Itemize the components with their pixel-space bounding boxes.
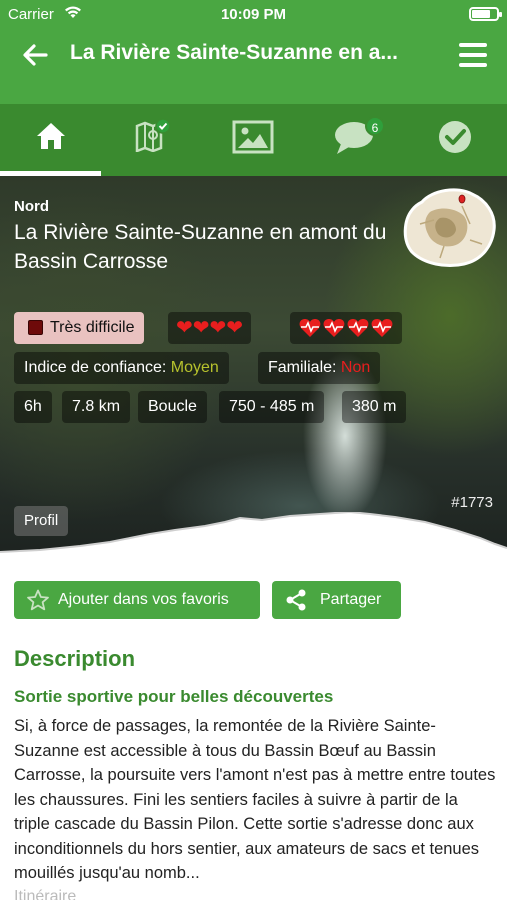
difficulty-badge: Très difficile xyxy=(14,312,145,344)
difficulty-label: Très difficile xyxy=(50,319,135,336)
family-value: Non xyxy=(340,359,371,376)
distance-chip: 7.8 km xyxy=(62,391,131,423)
hike-reference: #1773 xyxy=(451,494,493,511)
tab-home[interactable] xyxy=(0,104,101,176)
family-label: Familiale: xyxy=(268,359,337,376)
tab-bar: 6 xyxy=(0,104,507,176)
duration-chip: 6h xyxy=(14,391,52,423)
difficulty-color-swatch xyxy=(28,320,43,335)
effort-hearts: ❤❤❤❤ xyxy=(168,312,252,344)
tab-done[interactable] xyxy=(404,104,505,176)
map-check-icon xyxy=(135,118,171,152)
image-icon xyxy=(232,120,273,154)
check-circle-icon xyxy=(438,121,471,153)
island-map-thumbnail[interactable] xyxy=(400,184,500,270)
hike-title: La Rivière Sainte-Suzanne en amont du Ba… xyxy=(14,221,387,273)
heart-icon: ❤ xyxy=(192,317,210,339)
arrow-left-icon[interactable] xyxy=(20,40,50,70)
star-icon xyxy=(27,589,49,611)
share-label: Partager xyxy=(320,591,382,608)
description-subheading: Sortie sportive pour belles découvertes xyxy=(14,687,334,706)
elevation-gain-chip: 380 m xyxy=(342,391,407,423)
status-bar: Carrier 10:09 PM xyxy=(0,0,507,28)
effort-pulses xyxy=(290,312,402,344)
confidence-label: Indice de confiance: xyxy=(24,359,167,376)
header: Carrier 10:09 PM La Rivière Sainte-Suzan… xyxy=(0,0,507,104)
loop-chip: Boucle xyxy=(138,391,207,423)
altitude-chip: 750 - 485 m xyxy=(219,391,325,423)
battery-icon xyxy=(469,7,502,21)
region-label: Nord xyxy=(14,198,49,215)
description-text: Si, à force de passages, la remontée de … xyxy=(14,717,496,882)
navigation-bar: La Rivière Sainte-Suzanne en a... xyxy=(0,28,507,80)
heart-icon: ❤ xyxy=(209,317,227,339)
comment-count-badge: 6 xyxy=(365,116,385,136)
add-favorite-label: Ajouter dans vos favoris xyxy=(58,591,229,608)
confidence-chip: Indice de confiance: Moyen xyxy=(14,352,229,384)
elevation-profile xyxy=(0,512,507,556)
hamburger-menu-icon[interactable] xyxy=(459,43,487,67)
hero-banner: Nord La Rivière Sainte-Suzanne en amont … xyxy=(0,176,507,556)
tab-comments[interactable]: 6 xyxy=(303,104,404,176)
share-icon xyxy=(286,589,306,611)
share-button[interactable]: Partager xyxy=(272,581,401,619)
add-favorite-button[interactable]: Ajouter dans vos favoris xyxy=(14,581,260,619)
heart-icon: ❤ xyxy=(226,317,244,339)
heart-icon: ❤ xyxy=(176,317,193,339)
family-chip: Familiale: Non xyxy=(258,352,381,384)
heart-pulse-icons xyxy=(299,319,393,337)
home-icon xyxy=(36,123,65,149)
tab-map[interactable] xyxy=(101,104,202,176)
description-heading: Description xyxy=(14,646,136,671)
confidence-value: Moyen xyxy=(170,359,219,376)
clock: 10:09 PM xyxy=(220,6,287,23)
next-section-heading: Itinéraire xyxy=(14,888,77,900)
page-title: La Rivière Sainte-Suzanne en a... xyxy=(70,41,398,64)
tab-photos[interactable] xyxy=(202,104,303,176)
